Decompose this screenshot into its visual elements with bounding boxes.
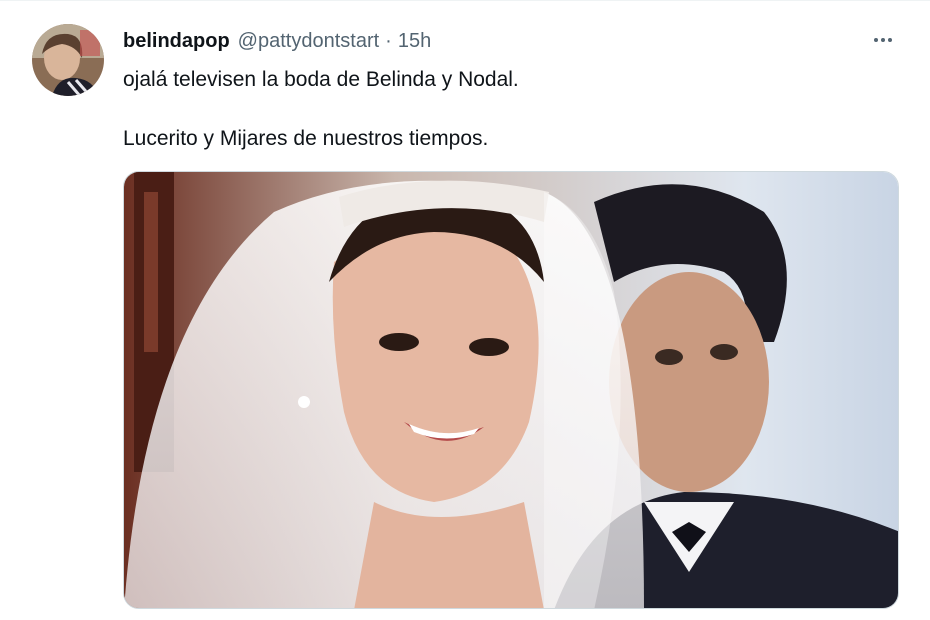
display-name[interactable]: belindapop	[123, 30, 230, 53]
tweet-text-line: ojalá televisen la boda de Belinda y Nod…	[123, 68, 519, 91]
tweet-photo[interactable]	[123, 171, 899, 609]
tweet-header: belindapop @pattydontstart · 15h	[123, 29, 431, 53]
more-horizontal-icon-dot	[888, 38, 892, 42]
tweet-text-line: Lucerito y Mijares de nuestros tiempos.	[123, 127, 489, 150]
separator-dot: ·	[385, 29, 392, 52]
more-horizontal-icon	[874, 38, 878, 42]
user-handle[interactable]: @pattydontstart	[238, 30, 379, 53]
tweet-card[interactable]: belindapop @pattydontstart · 15h ojalá t…	[0, 0, 930, 620]
timestamp[interactable]: 15h	[398, 30, 431, 53]
more-horizontal-icon-dot	[881, 38, 885, 42]
avatar[interactable]	[32, 24, 104, 96]
more-options-button[interactable]	[868, 29, 898, 51]
avatar-image	[32, 24, 104, 96]
wedding-photo	[124, 172, 898, 608]
